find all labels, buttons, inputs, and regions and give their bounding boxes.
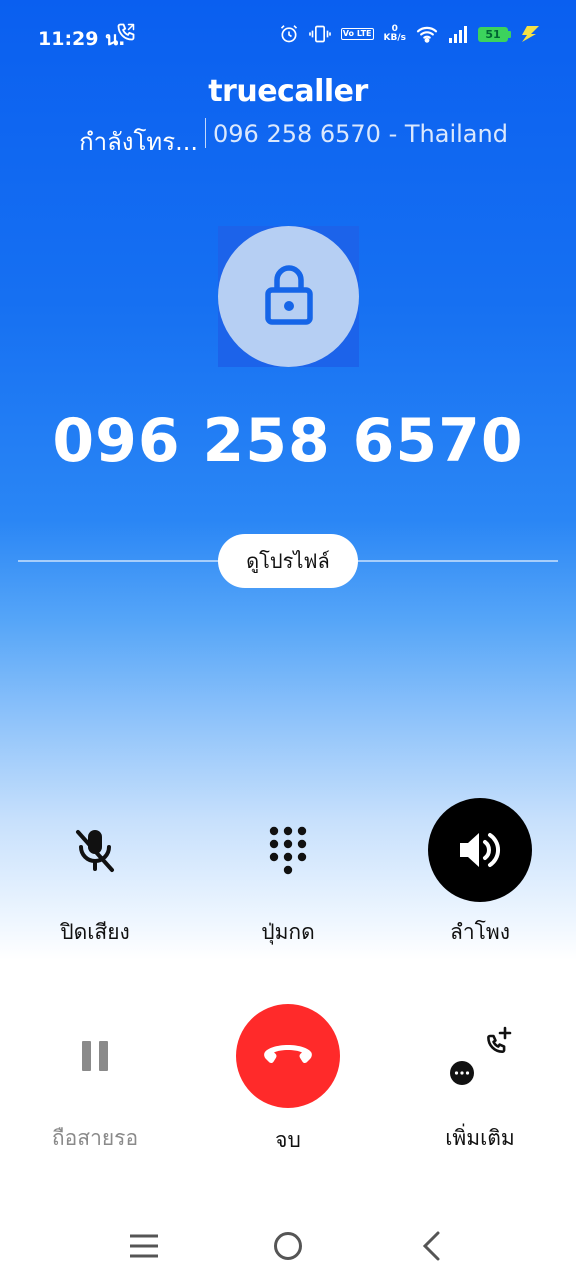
network-speed: 0 KB/s bbox=[383, 24, 406, 43]
more-button[interactable]: เพิ่มเติม bbox=[385, 1004, 575, 1155]
status-time: 11:29 น. bbox=[38, 28, 126, 50]
pause-icon bbox=[43, 1004, 147, 1108]
back-icon[interactable] bbox=[420, 1230, 444, 1266]
status-bar: 11:29 น. Vo LTE 0 KB/s 51 bbox=[0, 0, 576, 66]
keypad-label: ปุ่มกด bbox=[261, 920, 315, 944]
mute-label: ปิดเสียง bbox=[60, 920, 130, 944]
lock-icon bbox=[264, 264, 313, 330]
add-call-icon bbox=[450, 1026, 512, 1085]
mute-button[interactable]: ปิดเสียง bbox=[0, 798, 190, 949]
end-call-button[interactable] bbox=[236, 1004, 340, 1108]
avatar[interactable] bbox=[218, 226, 359, 367]
hold-label: ถือสายรอ bbox=[51, 1126, 139, 1150]
battery-icon: 51 bbox=[478, 26, 511, 42]
speaker-button[interactable]: ลำโพง bbox=[385, 798, 575, 949]
wifi-icon bbox=[416, 25, 438, 43]
mic-off-icon bbox=[43, 798, 147, 902]
end-call-label-wrap: จบ bbox=[193, 1108, 383, 1157]
call-subtitle: กำลังโทร... 096 258 6570 - Thailand bbox=[0, 118, 576, 156]
view-profile-button[interactable]: ดูโปรไฟล์ bbox=[218, 534, 358, 588]
end-call-label: จบ bbox=[275, 1128, 301, 1152]
end-call-icon bbox=[263, 1043, 313, 1069]
alarm-icon bbox=[279, 24, 299, 44]
vibrate-icon bbox=[308, 24, 331, 44]
calling-status: กำลังโทร... bbox=[79, 128, 198, 156]
charging-icon bbox=[518, 25, 540, 43]
truecaller-logo: truecaller bbox=[208, 74, 368, 109]
signal-icon bbox=[448, 25, 468, 43]
home-icon[interactable] bbox=[272, 1230, 304, 1266]
volte-icon: Vo LTE bbox=[340, 28, 374, 40]
speaker-label: ลำโพง bbox=[449, 920, 511, 944]
hold-button[interactable]: ถือสายรอ bbox=[0, 1004, 190, 1155]
keypad-button[interactable]: ปุ่มกด bbox=[193, 798, 383, 949]
subtitle-divider bbox=[205, 118, 206, 148]
menu-icon[interactable] bbox=[128, 1232, 160, 1264]
navigation-bar bbox=[0, 1212, 576, 1280]
more-label: เพิ่มเติม bbox=[445, 1126, 515, 1150]
ongoing-call-icon bbox=[116, 22, 138, 44]
speaker-icon bbox=[428, 798, 532, 902]
keypad-icon bbox=[236, 798, 340, 902]
caller-location: 096 258 6570 - Thailand bbox=[213, 120, 508, 148]
phone-number: 096 258 6570 bbox=[52, 406, 524, 476]
